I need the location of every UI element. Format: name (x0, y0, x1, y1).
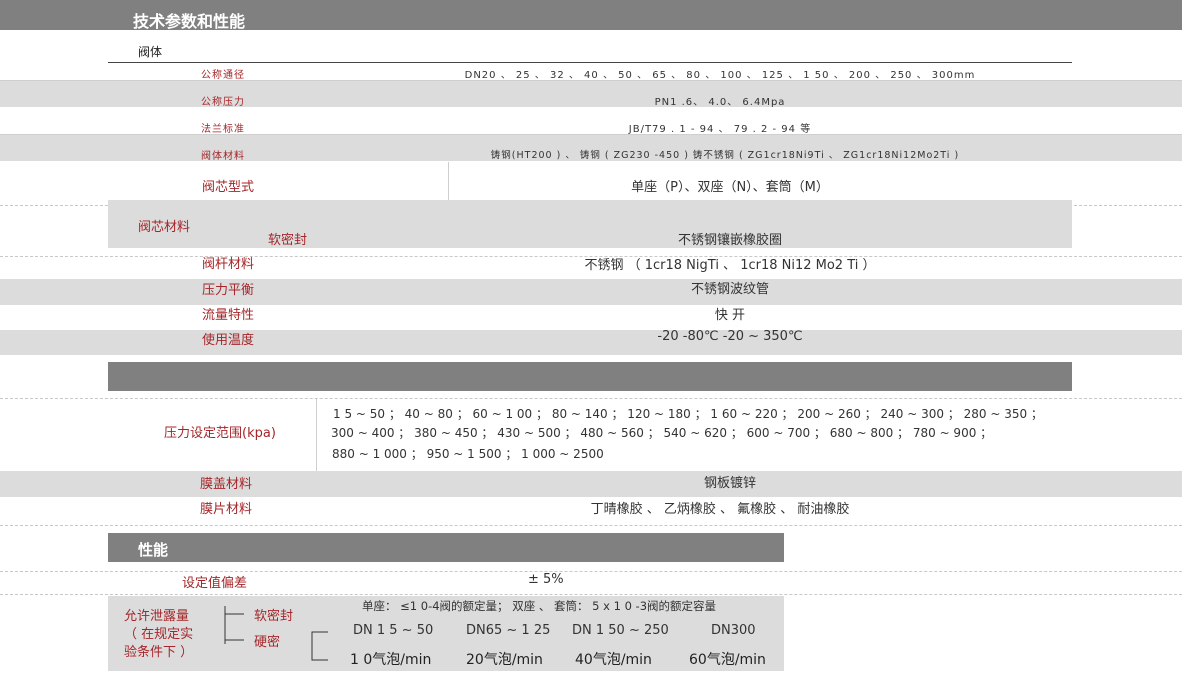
header-bar: 技术参数和性能 (0, 0, 1182, 31)
dn-header-3: DN 1 50 ~ 250 (572, 623, 669, 638)
value-nominal-pressure: PN1 .6、 4.0、 6.4Mpa (654, 97, 786, 108)
value-set-deviation: ± 5% (528, 572, 564, 587)
value-core-type: 单座（P）、双座（N）、套筒（M） (631, 180, 829, 195)
section-bar-actuator (108, 362, 1072, 391)
label-soft-seal-leakage: 软密封 (254, 609, 294, 624)
value-nominal-diameter: DN20 、 25 、 32 、 40 、 50 、 65 、 80 、 100… (464, 70, 976, 81)
dn-header-1: DN 1 5 ~ 50 (353, 623, 434, 638)
value-flange-standard: JB/T79 . 1 - 94 、 79 . 2 - 94 等 (628, 124, 812, 135)
label-flange-standard: 法兰标准 (201, 124, 245, 135)
page-title: 技术参数和性能 (133, 12, 246, 31)
label-diaphragm-cover: 膜盖材料 (200, 477, 253, 492)
label-leakage-line-2: （ 在规定实 (124, 627, 194, 642)
divider (316, 399, 317, 471)
divider (0, 571, 1182, 572)
value-flow-characteristic: 快 开 (714, 308, 746, 323)
bubble-value-2: 20气泡/min (466, 652, 543, 668)
label-leakage-line-1: 允许泄露量 (124, 609, 190, 624)
label-body-material: 阀体材料 (201, 151, 245, 162)
label-hard-seal-leakage: 硬密 (254, 635, 281, 650)
label-nominal-diameter: 公称通径 (201, 70, 245, 81)
label-pressure-balance: 压力平衡 (202, 283, 255, 298)
value-pressure-range-line-3: 880 ~ 1 000 ； 950 ~ 1 500 ； 1 000 ~ 2500 (332, 447, 604, 461)
label-flow-characteristic: 流量特性 (202, 308, 255, 323)
divider (108, 62, 1072, 63)
dn-header-2: DN65 ~ 1 25 (466, 623, 551, 638)
label-nominal-pressure: 公称压力 (201, 97, 245, 108)
label-temperature: 使用温度 (202, 333, 255, 348)
value-diaphragm: 丁晴橡胶 、 乙炳橡胶 、 氟橡胶 、 耐油橡胶 (590, 502, 850, 517)
dn-header-4: DN300 (711, 623, 756, 638)
value-core-material: 不锈钢镶嵌橡胶圈 (677, 233, 782, 248)
value-stem-material: 不锈钢 （ 1cr18 NigTi 、 1cr18 Ni12 Mo2 Ti ） (584, 258, 876, 273)
label-diaphragm: 膜片材料 (200, 502, 253, 517)
value-body-material: 铸钢(HT200 ) 、 铸钢 ( ZG230 -450 ) 铸不锈钢 ( ZG… (490, 150, 960, 161)
label-core-type: 阀芯型式 (202, 180, 255, 195)
bubble-value-4: 60气泡/min (689, 652, 766, 668)
value-pressure-range-line-1: 1 5 ~ 50 ； 40 ~ 80 ； 60 ~ 1 00 ； 80 ~ 14… (333, 407, 1043, 421)
divider (448, 162, 449, 202)
value-temperature: -20 -80℃ -20 ~ 350℃ (657, 329, 803, 344)
label-stem-material: 阀杆材料 (202, 257, 255, 272)
divider (0, 525, 1182, 526)
label-pressure-range: 压力设定范围(kpa) (164, 426, 276, 441)
value-pressure-balance: 不锈钢波纹管 (690, 282, 769, 297)
section-title-performance: 性能 (138, 541, 169, 559)
divider (0, 594, 1182, 595)
value-soft-seal-leakage: 单座： ≤1 0-4阀的额定量； 双座 、 套筒： 5 x 1 0 -3阀的额定… (362, 599, 717, 613)
label-soft-seal: 软密封 (268, 233, 308, 248)
bubble-value-1: 1 0气泡/min (350, 652, 432, 668)
bubble-value-3: 40气泡/min (575, 652, 652, 668)
section-bar-performance: 性能 (108, 533, 784, 562)
section-label-valve-body: 阀体 (138, 45, 163, 59)
label-set-deviation: 设定值偏差 (182, 576, 248, 591)
value-pressure-range-line-2: 300 ~ 400 ； 380 ~ 450 ； 430 ~ 500 ； 480 … (331, 426, 993, 440)
label-core-material: 阀芯材料 (138, 220, 191, 235)
divider (0, 398, 1182, 399)
label-leakage-line-3: 验条件下 ） (124, 645, 194, 660)
value-diaphragm-cover: 钢板镀锌 (703, 476, 756, 491)
